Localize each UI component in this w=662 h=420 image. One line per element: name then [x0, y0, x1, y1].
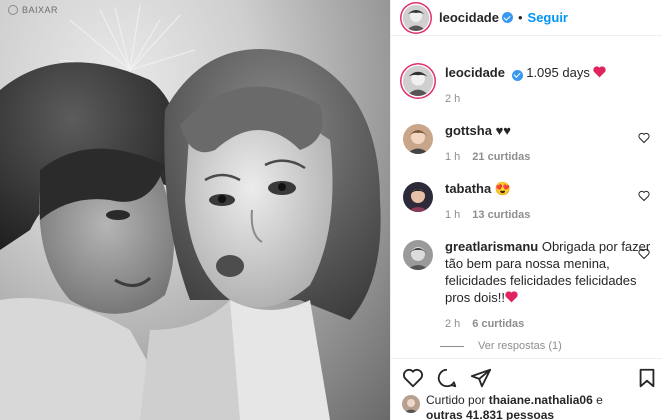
verified-badge-icon — [511, 69, 523, 81]
caption-item: leocidade 1.095 days 2 h — [403, 64, 652, 108]
follow-button[interactable]: Seguir — [528, 10, 568, 25]
comment-bubble-icon[interactable] — [436, 367, 458, 389]
liked-by-summary: Curtido por thaiane.nathalia06 e outras … — [402, 393, 603, 420]
heart-emoji-icon — [505, 291, 518, 303]
comment-body: gottsha ♥♥ 1 h 21 curtidas — [445, 122, 652, 166]
caption-text: 1.095 days — [526, 65, 590, 80]
like-comment-heart-icon[interactable] — [638, 190, 650, 202]
download-icon — [8, 5, 18, 15]
liked-by-prefix: Curtido por — [426, 393, 486, 407]
commenter-avatar[interactable] — [403, 124, 433, 154]
liked-by-user[interactable]: thaiane.nathalia06 — [489, 393, 593, 407]
commenter-avatar[interactable] — [403, 240, 433, 270]
heart-emoji-icon — [593, 66, 607, 78]
header-separator: • — [517, 10, 523, 25]
comment-username[interactable]: gottsha — [445, 123, 492, 138]
comment-likes[interactable]: 13 curtidas — [472, 207, 530, 224]
comment-meta: 1 h 13 curtidas — [445, 207, 652, 224]
comment-body: greatlarismanu Obrigada por fazer tão be… — [445, 238, 652, 333]
like-comment-heart-icon[interactable] — [638, 132, 650, 144]
comment-username[interactable]: tabatha — [445, 181, 491, 196]
comment-likes[interactable]: 21 curtidas — [472, 149, 530, 166]
post-photo[interactable]: BAIXAR — [0, 0, 390, 420]
view-replies-label: Ver respostas (1) — [478, 340, 562, 352]
comment-item: greatlarismanu Obrigada por fazer tão be… — [403, 238, 652, 333]
author-avatar[interactable] — [403, 4, 429, 31]
photo-illustration — [0, 4, 381, 420]
comment-item: gottsha ♥♥ 1 h 21 curtidas — [403, 122, 652, 166]
caption-time[interactable]: 2 h — [445, 91, 460, 108]
comment-body: tabatha 😍 1 h 13 curtidas — [445, 180, 652, 224]
comment-meta: 1 h 21 curtidas — [445, 149, 652, 166]
comment-time[interactable]: 1 h — [445, 207, 460, 224]
liked-by-text: Curtido por thaiane.nathalia06 e outras … — [426, 393, 603, 420]
save-bookmark-icon[interactable] — [636, 367, 658, 389]
commenter-avatar[interactable] — [403, 182, 433, 212]
comment-text: 😍 — [494, 181, 512, 196]
caption-body: leocidade 1.095 days 2 h — [445, 64, 652, 108]
post-side-panel: leocidade • Seguir leocidade 1.095 days … — [390, 0, 662, 420]
post-actions-bar: Curtido por thaiane.nathalia06 e outras … — [390, 358, 662, 420]
comment-time[interactable]: 1 h — [445, 149, 460, 166]
like-comment-heart-icon[interactable] — [638, 248, 650, 260]
comment-item: tabatha 😍 1 h 13 curtidas — [403, 180, 652, 224]
comment-text: ♥♥ — [495, 123, 512, 138]
replies-divider — [440, 345, 464, 347]
liked-by-others[interactable]: outras 41.831 pessoas — [426, 408, 554, 420]
download-label: BAIXAR — [22, 5, 59, 15]
caption-meta: 2 h — [445, 91, 652, 108]
comment-likes[interactable]: 6 curtidas — [472, 316, 524, 333]
view-replies-button[interactable]: Ver respostas (1) — [440, 340, 562, 352]
caption-avatar[interactable] — [403, 66, 433, 96]
verified-badge-icon — [501, 12, 513, 23]
liked-by-suffix: e — [596, 393, 603, 407]
liker-avatar[interactable] — [402, 395, 420, 413]
comment-meta: 2 h 6 curtidas — [445, 316, 652, 333]
caption-username[interactable]: leocidade — [445, 65, 505, 80]
download-badge[interactable]: BAIXAR — [2, 2, 64, 18]
comment-time[interactable]: 2 h — [445, 316, 460, 333]
comment-username[interactable]: greatlarismanu — [445, 239, 538, 254]
post-header: leocidade • Seguir — [391, 0, 662, 36]
author-username[interactable]: leocidade — [439, 10, 499, 25]
share-paper-plane-icon[interactable] — [470, 367, 492, 389]
like-heart-icon[interactable] — [402, 367, 424, 389]
